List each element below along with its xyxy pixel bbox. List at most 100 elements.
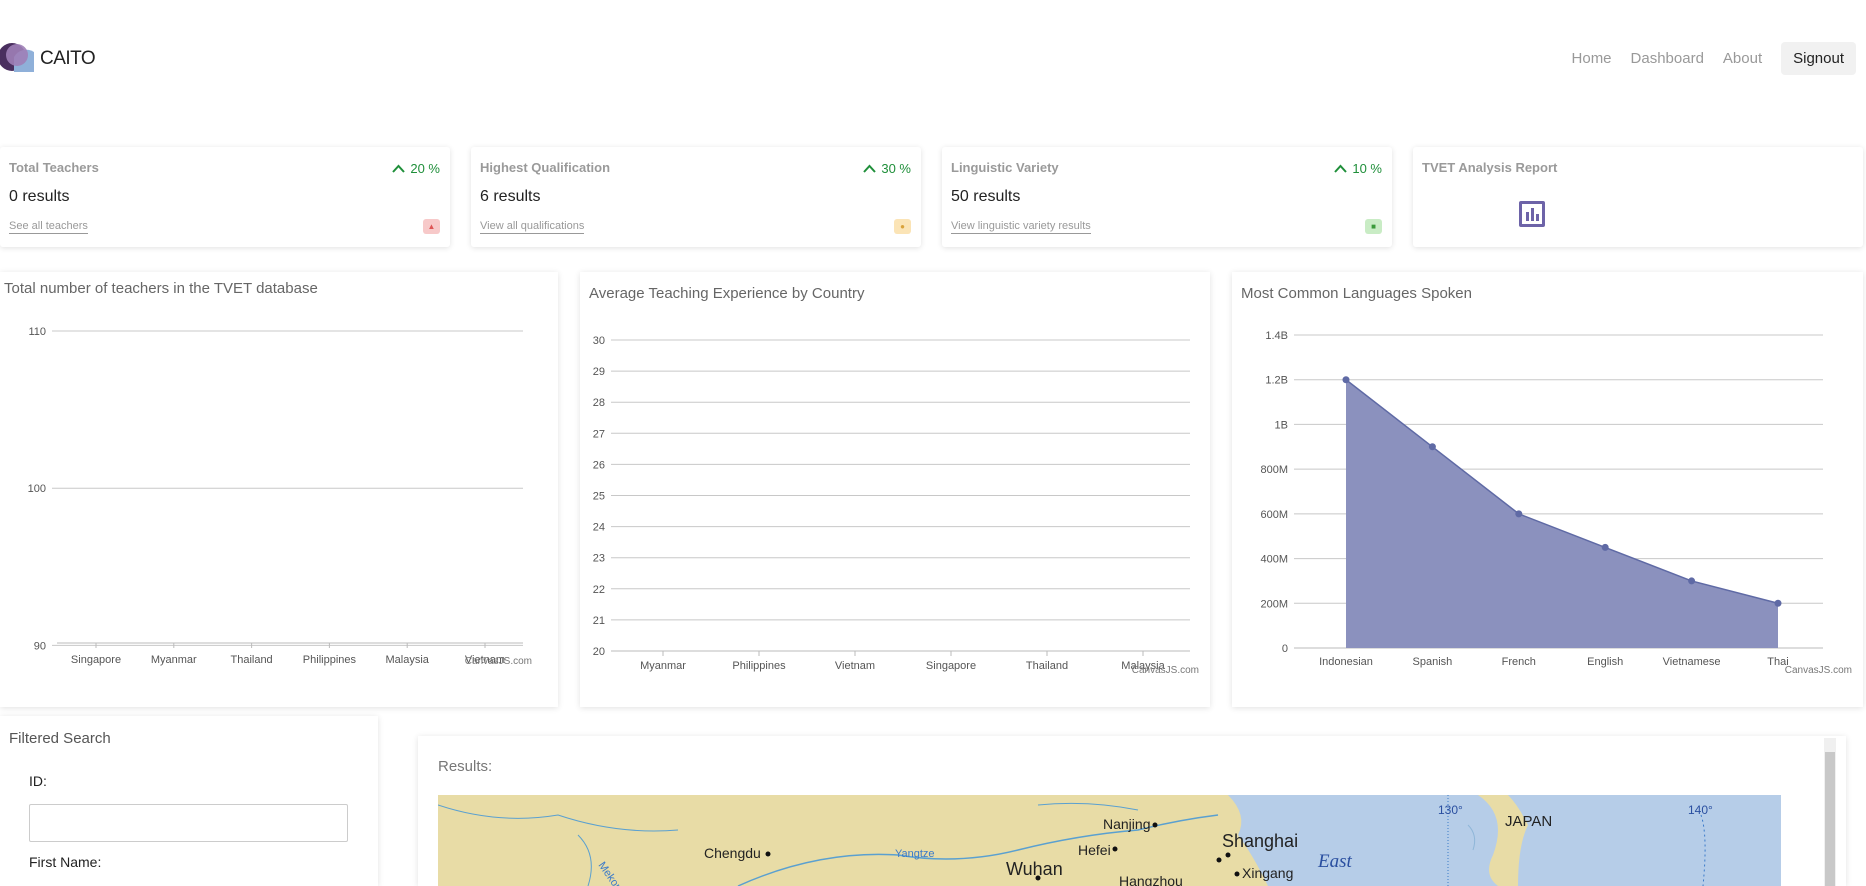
y-tick-label: 24	[593, 522, 605, 534]
map-region-japan: JAPAN	[1505, 813, 1552, 830]
id-input[interactable]	[29, 804, 348, 842]
signout-button[interactable]: Signout	[1781, 42, 1856, 75]
x-tick-label: Malaysia	[385, 654, 429, 666]
map-city-xingang: Xingang	[1242, 865, 1293, 881]
map-city-hangzhou: Hangzhou	[1119, 873, 1183, 886]
total-teachers-card: Total Teachers 20 % 0 results See all te…	[0, 147, 450, 247]
nav-home-link[interactable]: Home	[1572, 50, 1612, 67]
map-image: Nanjing Hefei Shanghai Xingang Chengdu W…	[438, 795, 1781, 886]
nav-dashboard-link[interactable]: Dashboard	[1631, 50, 1704, 67]
id-label: ID:	[29, 773, 47, 789]
y-tick-label: 30	[593, 335, 605, 347]
x-tick-label: Singapore	[71, 654, 121, 666]
map-city-nanjing: Nanjing	[1103, 816, 1150, 832]
map-graticule-130: 130°	[1438, 803, 1463, 817]
y-tick-label: 29	[593, 366, 605, 378]
y-tick-label: 23	[593, 553, 605, 565]
results-title: Results:	[438, 758, 493, 775]
languages-chart-panel: Most Common Languages Spoken 0 200M 400M 60…	[1232, 272, 1863, 707]
chart-credit[interactable]: CanvasJS.com	[1132, 665, 1199, 676]
filtered-search-panel: Filtered Search ID: First Name:	[0, 716, 378, 886]
trend-value: 10 %	[1352, 161, 1382, 176]
x-tick-label: Philippines	[303, 654, 357, 666]
x-tick-label: Singapore	[926, 660, 976, 672]
view-all-qualifications-link[interactable]: View all qualifications	[480, 220, 585, 234]
trend-value: 30 %	[881, 161, 911, 176]
data-point[interactable]	[1688, 577, 1696, 585]
data-point[interactable]	[1342, 376, 1350, 384]
trend-up-icon	[1334, 164, 1348, 173]
y-tick-label: 100	[28, 483, 46, 495]
data-point[interactable]	[1601, 543, 1609, 551]
results-scrollbar[interactable]	[1824, 738, 1836, 886]
trend-indicator: 30 %	[863, 161, 911, 176]
experience-chart-panel: Average Teaching Experience by Country 2…	[580, 272, 1210, 707]
y-tick-label: 25	[593, 491, 605, 503]
x-tick-label: Myanmar	[151, 654, 197, 666]
bar-chart-icon[interactable]	[1519, 201, 1545, 227]
y-tick-label: 28	[593, 397, 605, 409]
y-tick-label: 22	[593, 584, 605, 596]
card-value: 50 results	[951, 188, 1021, 205]
scroll-thumb[interactable]	[1825, 752, 1835, 886]
y-tick-label: 600M	[1260, 509, 1288, 521]
map-city-wuhan: Wuhan	[1006, 859, 1063, 879]
see-all-teachers-link[interactable]: See all teachers	[9, 220, 88, 234]
y-tick-label: 1B	[1275, 419, 1288, 431]
nav-links: Home Dashboard About Signout	[1553, 42, 1856, 75]
x-tick-label: Myanmar	[640, 660, 686, 672]
card-title: TVET Analysis Report	[1422, 160, 1558, 175]
trend-up-icon	[392, 164, 406, 173]
y-tick-label: 0	[1282, 643, 1288, 655]
trend-value: 20 %	[410, 161, 440, 176]
map-river-mekong: Mekong	[596, 860, 628, 886]
first-name-label: First Name:	[29, 854, 102, 870]
logo-mark-icon	[0, 43, 34, 72]
y-tick-label: 20	[593, 646, 605, 658]
results-map[interactable]: Nanjing Hefei Shanghai Xingang Chengdu W…	[438, 795, 1781, 886]
map-graticule-140: 140°	[1688, 803, 1713, 817]
person-icon: ▲	[423, 219, 440, 234]
brand-logo[interactable]: CAITO	[0, 38, 110, 78]
languages-chart: 0 200M 400M 600M 800M 1B 1.2B 1.4B Indonesian Spa…	[1260, 330, 1852, 676]
map-sea-east: East	[1317, 851, 1353, 872]
map-city-chengdu: Chengdu	[704, 845, 761, 861]
x-tick-label: French	[1502, 656, 1536, 668]
x-tick-label: Thailand	[230, 654, 272, 666]
card-title: Total Teachers	[9, 160, 99, 175]
x-tick-label: Philippines	[732, 660, 786, 672]
x-tick-label: Vietnam	[835, 660, 875, 672]
language-icon: ■	[1365, 219, 1382, 234]
experience-chart: 20 21 22 23 24 25 26 27 28 29 30 Myanmar Philippines…	[593, 335, 1199, 676]
certificate-icon: ●	[894, 219, 911, 234]
y-tick-label: 200M	[1260, 598, 1288, 610]
view-linguistic-variety-link[interactable]: View linguistic variety results	[951, 220, 1091, 234]
y-tick-label: 1.2B	[1265, 375, 1288, 387]
map-river-yangtze: Yangtze	[895, 848, 935, 860]
trend-indicator: 20 %	[392, 161, 440, 176]
results-panel: Results: Nanjing Hefei Shanghai Xingang …	[418, 736, 1846, 886]
y-tick-label: 26	[593, 459, 605, 471]
x-tick-label: Indonesian	[1319, 656, 1373, 668]
trend-indicator: 10 %	[1334, 161, 1382, 176]
data-point[interactable]	[1515, 510, 1523, 518]
nav-about-link[interactable]: About	[1723, 50, 1762, 67]
filter-title: Filtered Search	[9, 730, 111, 747]
chart-credit[interactable]: CanvasJS.com	[465, 656, 532, 667]
trend-up-icon	[863, 164, 877, 173]
data-point[interactable]	[1774, 599, 1782, 607]
chart-credit[interactable]: CanvasJS.com	[1785, 665, 1852, 676]
y-tick-label: 21	[593, 615, 605, 627]
highest-qualification-card: Highest Qualification 30 % 6 results Vie…	[471, 147, 921, 247]
x-tick-label: Vietnamese	[1663, 656, 1721, 668]
x-tick-label: Thailand	[1026, 660, 1068, 672]
map-city-hefei: Hefei	[1078, 842, 1111, 858]
y-tick-label: 1.4B	[1265, 330, 1288, 342]
tvet-analysis-report-card[interactable]: TVET Analysis Report	[1413, 147, 1863, 247]
y-tick-label: 800M	[1260, 464, 1288, 476]
card-title: Linguistic Variety	[951, 160, 1059, 175]
data-point[interactable]	[1428, 443, 1436, 451]
card-value: 0 results	[9, 188, 70, 205]
y-tick-label: 90	[34, 640, 46, 652]
card-value: 6 results	[480, 188, 541, 205]
